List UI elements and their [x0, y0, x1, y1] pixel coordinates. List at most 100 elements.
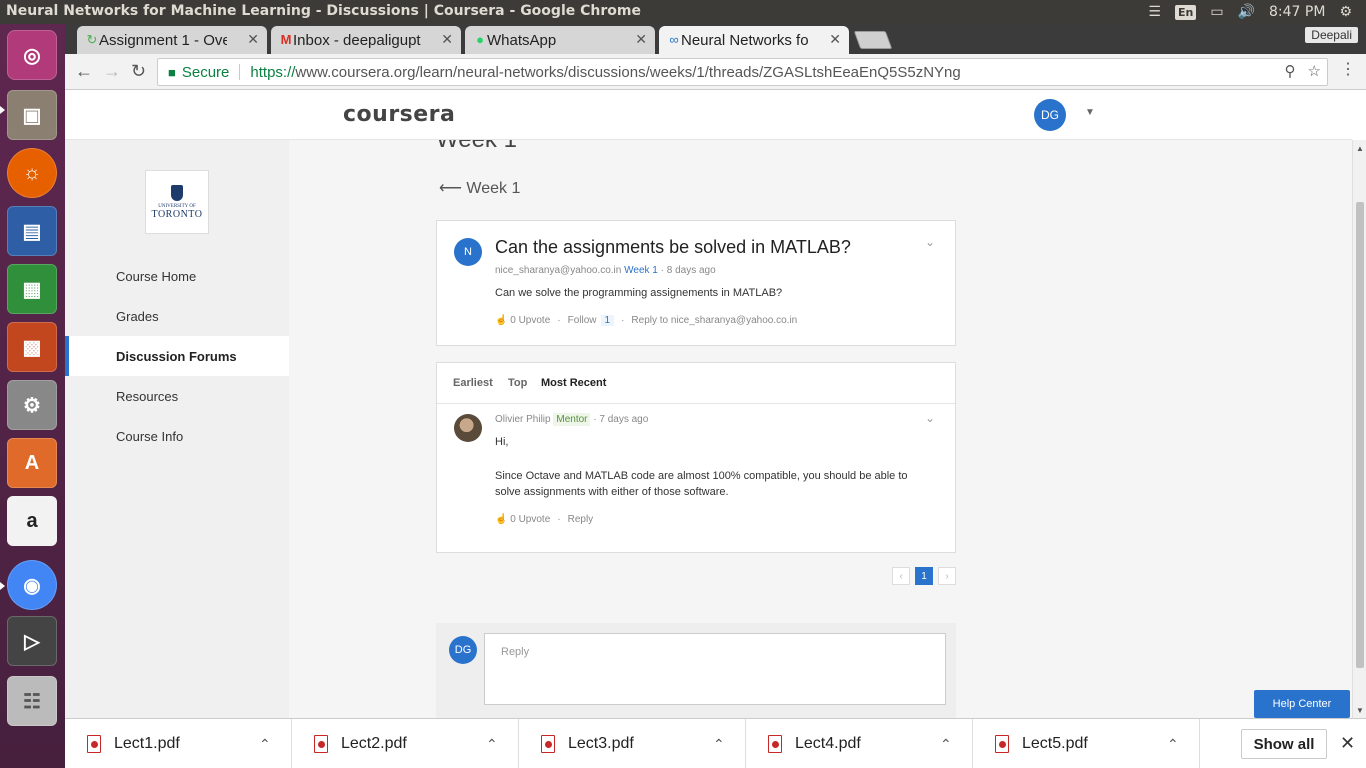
thread-age: · 8 days ago	[660, 265, 716, 276]
chrome-icon[interactable]: ◉	[7, 560, 57, 610]
running-indicator	[0, 106, 5, 114]
scroll-down-icon[interactable]: ▼	[1356, 706, 1364, 715]
reply-input[interactable]: Reply	[484, 633, 946, 705]
new-tab-button[interactable]	[853, 31, 893, 49]
sidebar-item-course-home[interactable]: Course Home	[65, 256, 289, 296]
avatar[interactable]: DG	[1034, 99, 1066, 131]
university-logo[interactable]: UNIVERSITY OF TORONTO	[145, 170, 209, 234]
system-tray: ☰ En ▭ 🔊 8:47 PM ⚙	[1148, 0, 1366, 24]
address-bar[interactable]: ■ Secure https:// www.coursera.org/learn…	[157, 58, 1328, 86]
bookmark-star-icon[interactable]: ☆	[1308, 62, 1321, 80]
keyboard-language-indicator[interactable]: En	[1174, 4, 1197, 20]
tab-assignment[interactable]: ↻ Assignment 1 - Ove ✕	[77, 26, 267, 54]
chevron-up-icon[interactable]: ⌃	[486, 736, 498, 753]
tab-neural-networks[interactable]: ∞ Neural Networks fo ✕	[659, 26, 849, 54]
workspace-switcher-icon[interactable]: ☷	[7, 676, 57, 726]
sidebar-item-course-info[interactable]: Course Info	[65, 416, 289, 456]
close-icon[interactable]: ✕	[829, 31, 841, 48]
prev-page-button[interactable]: ‹	[892, 567, 910, 585]
amazon-icon[interactable]: a	[7, 496, 57, 546]
download-filename: Lect3.pdf	[568, 735, 634, 752]
chevron-up-icon[interactable]: ⌃	[1167, 736, 1179, 753]
download-item[interactable]: Lect2.pdf ⌃	[292, 719, 519, 768]
clock[interactable]: 8:47 PM	[1269, 4, 1325, 20]
files-icon[interactable]: ▣	[7, 90, 57, 140]
url-text: www.coursera.org/learn/neural-networks/d…	[295, 63, 961, 81]
coursera-logo[interactable]: coursera	[343, 102, 455, 127]
forward-arrow-icon[interactable]: →	[103, 61, 121, 82]
download-item[interactable]: Lect1.pdf ⌃	[65, 719, 292, 768]
help-center-button[interactable]: Help Center	[1254, 690, 1350, 718]
coursera-header: coursera DG ▼	[65, 90, 1352, 140]
sort-earliest[interactable]: Earliest	[453, 377, 493, 389]
sort-most-recent[interactable]: Most Recent	[541, 377, 606, 389]
close-icon[interactable]: ✕	[1340, 733, 1355, 754]
ubuntu-dash-icon[interactable]: ◎	[7, 30, 57, 80]
author-name[interactable]: nice_sharanya@yahoo.co.in	[495, 265, 621, 276]
crest-icon	[171, 184, 183, 201]
page-scrollbar[interactable]: ▲ ▼	[1352, 140, 1366, 718]
back-arrow-icon[interactable]: ←	[75, 61, 93, 82]
back-to-week-link[interactable]: ⟵ Week 1	[439, 178, 520, 198]
next-page-button[interactable]: ›	[938, 567, 956, 585]
thumbs-up-icon[interactable]: ☝	[495, 315, 507, 326]
volume-icon[interactable]: 🔊	[1238, 4, 1255, 20]
close-icon[interactable]: ✕	[635, 31, 647, 48]
tab-inbox[interactable]: M Inbox - deepaligupt ✕	[271, 26, 461, 54]
scrollbar-thumb[interactable]	[1356, 202, 1364, 668]
sidebar-item-grades[interactable]: Grades	[65, 296, 289, 336]
upvote-button[interactable]: 0 Upvote	[510, 315, 550, 326]
chevron-up-icon[interactable]: ⌃	[259, 736, 271, 753]
sidebar-item-resources[interactable]: Resources	[65, 376, 289, 416]
download-filename: Lect4.pdf	[795, 735, 861, 752]
firefox-icon[interactable]: ☼	[7, 148, 57, 198]
avatar[interactable]	[454, 414, 482, 442]
close-icon[interactable]: ✕	[247, 31, 259, 48]
chevron-down-icon[interactable]: ⌄	[925, 235, 935, 249]
browser-tab-strip: ↻ Assignment 1 - Ove ✕ M Inbox - deepali…	[65, 24, 1366, 54]
sidebar-item-discussion-forums[interactable]: Discussion Forums	[65, 336, 289, 376]
writer-icon[interactable]: ▤	[7, 206, 57, 256]
reload-icon[interactable]: ↻	[131, 61, 146, 82]
chevron-up-icon[interactable]: ⌃	[713, 736, 725, 753]
reply-button[interactable]: Reply	[568, 514, 594, 525]
wifi-icon[interactable]: ☰	[1148, 4, 1161, 20]
upvote-button[interactable]: 0 Upvote	[510, 514, 550, 525]
download-filename: Lect1.pdf	[114, 735, 180, 752]
week-link[interactable]: Week 1	[624, 265, 658, 276]
calc-icon[interactable]: ▦	[7, 264, 57, 314]
pdf-icon	[768, 735, 782, 753]
sort-top[interactable]: Top	[508, 377, 527, 389]
separator-dot: ·	[557, 514, 561, 525]
author-avatar[interactable]: N	[454, 238, 482, 266]
thumbs-up-icon[interactable]: ☝	[495, 514, 507, 525]
ubuntu-launcher: ◎ ▣ ☼ ▤ ▦ ▩ ⚙ A a ◉ ▷ ☷	[0, 24, 65, 768]
zoom-icon[interactable]: ⚲	[1285, 62, 1296, 80]
show-all-downloads-button[interactable]: Show all	[1241, 729, 1327, 759]
chevron-down-icon[interactable]: ▼	[1085, 107, 1095, 118]
download-item[interactable]: Lect4.pdf ⌃	[746, 719, 973, 768]
profile-button[interactable]: Deepali	[1305, 27, 1358, 43]
impress-icon[interactable]: ▩	[7, 322, 57, 372]
chevron-down-icon[interactable]: ⌄	[925, 411, 935, 425]
system-settings-icon[interactable]: ⚙	[7, 380, 57, 430]
battery-icon[interactable]: ▭	[1210, 4, 1223, 20]
follow-button[interactable]: Follow	[568, 315, 597, 326]
chevron-right-icon: ›	[945, 570, 949, 582]
close-icon[interactable]: ✕	[441, 31, 453, 48]
video-editor-icon[interactable]: ▷	[7, 616, 57, 666]
download-item[interactable]: Lect5.pdf ⌃	[973, 719, 1200, 768]
download-item[interactable]: Lect3.pdf ⌃	[519, 719, 746, 768]
chrome-menu-icon[interactable]: ⋮	[1340, 62, 1356, 78]
tab-whatsapp[interactable]: ● WhatsApp ✕	[465, 26, 655, 54]
reply-author[interactable]: Olivier Philip	[495, 414, 551, 425]
avatar: DG	[449, 636, 477, 664]
software-center-icon[interactable]: A	[7, 438, 57, 488]
chevron-up-icon[interactable]: ⌃	[940, 736, 952, 753]
scroll-up-icon[interactable]: ▲	[1356, 144, 1364, 153]
reply-to-button[interactable]: Reply to nice_sharanya@yahoo.co.in	[631, 315, 797, 326]
pdf-icon	[995, 735, 1009, 753]
page-number-button[interactable]: 1	[915, 567, 933, 585]
chevron-left-icon: ‹	[899, 570, 903, 582]
settings-gear-icon[interactable]: ⚙	[1339, 4, 1352, 20]
